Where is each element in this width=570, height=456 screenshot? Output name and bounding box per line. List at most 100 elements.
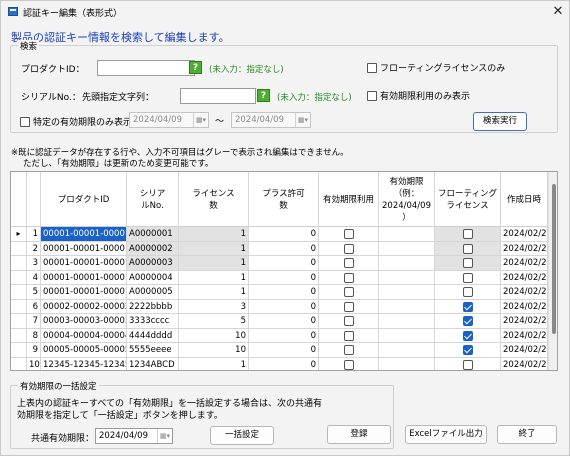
table-row[interactable]: 8 00004-00004-00004 4444dddd 10 0 2024/02/2 bbox=[11, 328, 557, 343]
serial-cell[interactable]: 1234ABCD bbox=[127, 357, 179, 370]
expiry-use-cell[interactable] bbox=[319, 241, 379, 256]
product-id-cell[interactable]: 00002-00002-00002 bbox=[41, 299, 127, 314]
expiry-date-cell[interactable] bbox=[379, 227, 435, 242]
serial-cell[interactable]: A0000002 bbox=[127, 241, 179, 256]
serial-cell[interactable]: A0000005 bbox=[127, 285, 179, 300]
serial-cell[interactable]: A0000003 bbox=[127, 256, 179, 271]
floating-only-checkbox[interactable] bbox=[367, 63, 377, 73]
row-selector[interactable] bbox=[11, 256, 27, 271]
row-selector[interactable] bbox=[11, 343, 27, 358]
table-row[interactable]: 4 00001-00001-00001 A0000004 1 0 2024/02/2 bbox=[11, 270, 557, 285]
license-count-cell[interactable]: 1 bbox=[179, 256, 249, 271]
product-id-cell[interactable]: 00001-00001-00001 bbox=[41, 241, 127, 256]
floating-cell[interactable] bbox=[435, 227, 501, 242]
close-icon[interactable]: ✕ bbox=[549, 3, 567, 21]
floating-checkbox[interactable] bbox=[463, 359, 473, 370]
license-count-cell[interactable]: 1 bbox=[179, 270, 249, 285]
bulk-apply-button[interactable]: 一括設定 bbox=[210, 426, 274, 445]
floating-checkbox[interactable] bbox=[463, 316, 473, 326]
floating-checkbox[interactable] bbox=[463, 301, 473, 312]
plus-count-cell[interactable]: 0 bbox=[249, 241, 319, 256]
license-count-cell[interactable]: 1 bbox=[179, 357, 249, 370]
expiry-date-cell[interactable] bbox=[379, 241, 435, 256]
floating-checkbox[interactable] bbox=[463, 229, 473, 239]
date-from-picker[interactable]: 2024/04/09 ▦▾ bbox=[129, 112, 209, 128]
expiry-use-checkbox[interactable] bbox=[344, 330, 354, 341]
expiry-date-cell[interactable] bbox=[379, 343, 435, 358]
plus-count-cell[interactable]: 0 bbox=[249, 285, 319, 300]
calendar-dropdown-icon[interactable]: ▦▾ bbox=[295, 113, 310, 127]
expiry-use-checkbox[interactable] bbox=[344, 301, 354, 312]
floating-cell[interactable] bbox=[435, 285, 501, 300]
floating-cell[interactable] bbox=[435, 314, 501, 329]
expiry-date-cell[interactable] bbox=[379, 270, 435, 285]
expiry-date-cell[interactable] bbox=[379, 357, 435, 370]
row-selector[interactable] bbox=[11, 357, 27, 370]
expiry-use-checkbox[interactable] bbox=[344, 287, 354, 297]
license-count-cell[interactable]: 5 bbox=[179, 314, 249, 329]
product-id-cell[interactable]: 00001-00001-00001 bbox=[41, 285, 127, 300]
row-selector[interactable] bbox=[11, 270, 27, 285]
license-count-cell[interactable]: 3 bbox=[179, 299, 249, 314]
serial-cell[interactable]: 3333cccc bbox=[127, 314, 179, 329]
close-button[interactable]: 終了 bbox=[497, 425, 557, 444]
table-row[interactable]: 5 00001-00001-00001 A0000005 1 0 2024/02/2 bbox=[11, 285, 557, 300]
plus-count-cell[interactable]: 0 bbox=[249, 343, 319, 358]
license-count-cell[interactable]: 1 bbox=[179, 227, 249, 242]
floating-cell[interactable] bbox=[435, 357, 501, 370]
product-id-cell[interactable]: 00003-00003-00003 bbox=[41, 314, 127, 329]
table-row[interactable]: 9 00005-00005-00005 5555eeee 10 0 2024/02/2 bbox=[11, 343, 557, 358]
table-row[interactable]: 10 12345-12345-12345 1234ABCD 1 0 2024/02/2 bbox=[11, 357, 557, 370]
register-button[interactable]: 登録 bbox=[327, 425, 391, 444]
floating-cell[interactable] bbox=[435, 299, 501, 314]
expiry-use-cell[interactable] bbox=[319, 299, 379, 314]
product-id-cell[interactable]: 00001-00001-00001 bbox=[41, 270, 127, 285]
plus-count-cell[interactable]: 0 bbox=[249, 299, 319, 314]
row-selector[interactable] bbox=[11, 328, 27, 343]
plus-count-cell[interactable]: 0 bbox=[249, 270, 319, 285]
license-count-cell[interactable]: 10 bbox=[179, 343, 249, 358]
excel-export-button[interactable]: Excelファイル出力 bbox=[405, 425, 487, 444]
expiry-date-cell[interactable] bbox=[379, 256, 435, 271]
floating-checkbox[interactable] bbox=[463, 345, 473, 355]
floating-checkbox[interactable] bbox=[463, 243, 473, 254]
serial-help-icon[interactable]: ? bbox=[257, 89, 270, 102]
serial-cell[interactable]: A0000001 bbox=[127, 227, 179, 242]
table-row[interactable]: ▸ 1 00001-00001-00001 A0000001 1 0 2024/02/2 bbox=[11, 227, 557, 242]
expiry-use-cell[interactable] bbox=[319, 270, 379, 285]
expiry-use-cell[interactable] bbox=[319, 256, 379, 271]
serial-cell[interactable]: 2222bbbb bbox=[127, 299, 179, 314]
floating-cell[interactable] bbox=[435, 328, 501, 343]
expiry-use-cell[interactable] bbox=[319, 357, 379, 370]
license-count-cell[interactable]: 1 bbox=[179, 285, 249, 300]
floating-checkbox[interactable] bbox=[463, 272, 473, 283]
plus-count-cell[interactable]: 0 bbox=[249, 328, 319, 343]
serial-input[interactable] bbox=[180, 88, 256, 104]
plus-count-cell[interactable]: 0 bbox=[249, 314, 319, 329]
expiry-use-checkbox[interactable] bbox=[344, 345, 354, 355]
serial-cell[interactable]: A0000004 bbox=[127, 270, 179, 285]
expiry-use-cell[interactable] bbox=[319, 343, 379, 358]
product-id-cell[interactable]: 00005-00005-00005 bbox=[41, 343, 127, 358]
calendar-dropdown-icon[interactable]: ▦▾ bbox=[157, 429, 172, 443]
plus-count-cell[interactable]: 0 bbox=[249, 227, 319, 242]
floating-cell[interactable] bbox=[435, 241, 501, 256]
scroll-thumb[interactable] bbox=[552, 184, 556, 334]
floating-cell[interactable] bbox=[435, 343, 501, 358]
serial-cell[interactable]: 4444dddd bbox=[127, 328, 179, 343]
expiry-use-cell[interactable] bbox=[319, 227, 379, 242]
floating-cell[interactable] bbox=[435, 270, 501, 285]
expiry-use-checkbox[interactable] bbox=[344, 272, 354, 283]
floating-checkbox[interactable] bbox=[463, 258, 473, 268]
expiry-use-checkbox[interactable] bbox=[344, 359, 354, 370]
row-selector[interactable]: ▸ bbox=[11, 227, 27, 242]
serial-cell[interactable]: 5555eeee bbox=[127, 343, 179, 358]
expiry-use-checkbox[interactable] bbox=[344, 243, 354, 254]
floating-checkbox[interactable] bbox=[463, 330, 473, 341]
common-expiry-picker[interactable]: 2024/04/09 ▦▾ bbox=[95, 428, 173, 444]
license-count-cell[interactable]: 10 bbox=[179, 328, 249, 343]
vertical-scrollbar[interactable] bbox=[548, 172, 557, 370]
product-id-cell[interactable]: 00004-00004-00004 bbox=[41, 328, 127, 343]
expiry-use-checkbox[interactable] bbox=[344, 258, 354, 268]
expiry-use-cell[interactable] bbox=[319, 285, 379, 300]
